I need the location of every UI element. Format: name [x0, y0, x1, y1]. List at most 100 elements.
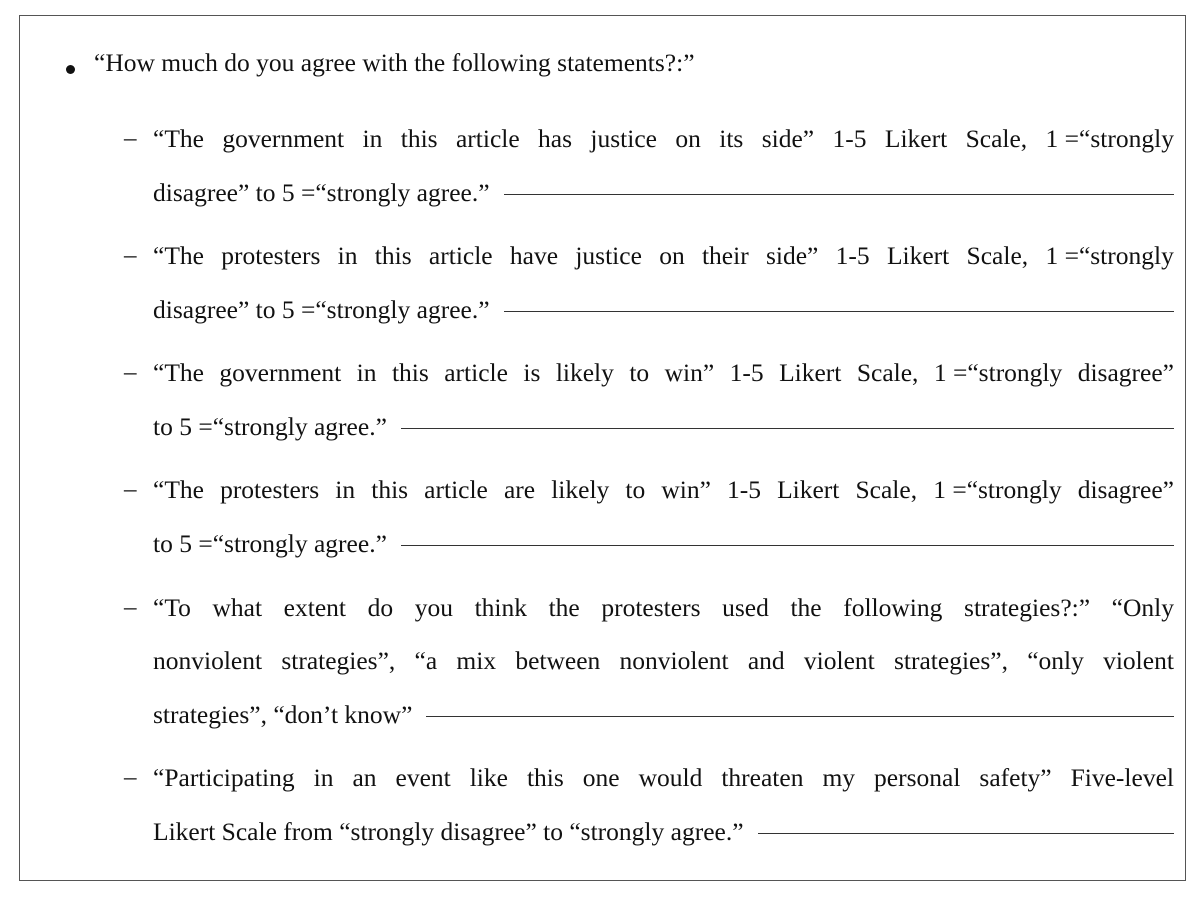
word: Scale,: [965, 124, 1028, 153]
word: my: [822, 763, 856, 792]
word: protesters: [601, 593, 701, 622]
word: “The: [153, 241, 204, 270]
word: this: [374, 241, 412, 270]
dash-icon: –: [124, 594, 137, 621]
answer-line-1[interactable]: [503, 194, 1174, 195]
word: and: [747, 646, 785, 675]
word: strategies?:”: [964, 593, 1091, 622]
word: disagree”: [1077, 475, 1174, 504]
answer-line-3[interactable]: [400, 428, 1174, 429]
item-4-line-2: to 5 =“strongly agree.”: [153, 529, 1174, 559]
item-4-text: to 5 =“strongly agree.”: [153, 529, 387, 558]
bullet-icon: [66, 65, 75, 74]
word: to: [625, 475, 646, 504]
item-5-text: strategies”, “don’t know”: [153, 700, 413, 729]
word: “Participating: [153, 763, 295, 792]
answer-line-2[interactable]: [503, 311, 1174, 312]
word: strategies”,: [893, 646, 1008, 675]
word: strategies”,: [281, 646, 396, 675]
item-1-line-2: disagree” to 5 =“strongly agree.”: [153, 178, 1174, 208]
word: “a: [414, 646, 438, 675]
item-5-line-1: “To what extent do you think the protesters used…: [153, 593, 1174, 623]
word: this: [526, 763, 564, 792]
item-3-line-1: “The government in this article is likely to win…: [153, 358, 1174, 388]
word: mix: [456, 646, 497, 675]
word: in: [362, 124, 383, 153]
word: Scale,: [856, 358, 919, 387]
item-2-line-2: disagree” to 5 =“strongly agree.”: [153, 295, 1174, 325]
answer-line-6[interactable]: [757, 833, 1174, 834]
word: event: [395, 763, 451, 792]
dash-icon: –: [124, 125, 137, 152]
word: are: [503, 475, 536, 504]
word: Likert: [779, 358, 842, 387]
word: its: [719, 124, 744, 153]
word: Scale,: [855, 475, 918, 504]
word: you: [414, 593, 453, 622]
word: likely: [551, 475, 610, 504]
item-3-text: to 5 =“strongly agree.”: [153, 412, 387, 441]
word: article: [428, 241, 493, 270]
word: following: [843, 593, 943, 622]
word: article: [424, 475, 488, 504]
word: nonviolent: [619, 646, 729, 675]
word: Scale,: [966, 241, 1029, 270]
item-1-line-1: “The government in this article has justice on i…: [153, 124, 1174, 154]
word: win”: [661, 475, 711, 504]
word: would: [638, 763, 703, 792]
word: side”: [765, 241, 819, 270]
word: “only: [1027, 646, 1084, 675]
word: in: [356, 358, 377, 387]
item-2-line-1: “The protesters in this article have justice on…: [153, 241, 1174, 271]
item-4-line-1: “The protesters in this article are likely to wi…: [153, 475, 1174, 505]
word: in: [313, 763, 334, 792]
word: article: [444, 358, 508, 387]
word: likely: [555, 358, 614, 387]
word: think: [474, 593, 527, 622]
word: violent: [803, 646, 875, 675]
word: 1-5: [729, 358, 764, 387]
word: 1 =“strongly: [1045, 241, 1174, 270]
word: between: [515, 646, 601, 675]
item-6-line-1: “Participating in an event like this one would t…: [153, 763, 1174, 793]
answer-line-5[interactable]: [426, 716, 1174, 717]
item-6-text: Likert Scale from “strongly disagree” to…: [153, 817, 744, 846]
dash-icon: –: [124, 476, 137, 503]
word: government: [219, 358, 342, 387]
word: 1 =“strongly: [933, 358, 1063, 387]
word: one: [582, 763, 620, 792]
word: 1-5: [726, 475, 761, 504]
word: do: [367, 593, 394, 622]
item-5-line-3: strategies”, “don’t know”: [153, 700, 1174, 730]
word: this: [371, 475, 409, 504]
word: justice: [590, 124, 657, 153]
word: on: [659, 241, 685, 270]
word: “The: [153, 475, 204, 504]
word: the: [548, 593, 580, 622]
word: extent: [283, 593, 346, 622]
word: side”: [761, 124, 815, 153]
word: an: [352, 763, 377, 792]
answer-line-4[interactable]: [400, 545, 1174, 546]
word: has: [538, 124, 573, 153]
word: their: [701, 241, 749, 270]
word: in: [337, 241, 358, 270]
item-6-line-2: Likert Scale from “strongly disagree” to…: [153, 817, 1174, 847]
word: Likert: [886, 241, 950, 270]
word: to: [629, 358, 650, 387]
word: personal: [874, 763, 961, 792]
item-5-line-2: nonviolent strategies”, “a mix between nonvio…: [153, 646, 1174, 676]
word: “To: [153, 593, 191, 622]
item-3-line-2: to 5 =“strongly agree.”: [153, 412, 1174, 442]
dash-icon: –: [124, 359, 137, 386]
word: is: [523, 358, 541, 387]
word: 1-5: [835, 241, 870, 270]
word: disagree”: [1077, 358, 1174, 387]
word: in: [335, 475, 356, 504]
word: safety”: [979, 763, 1052, 792]
word: violent: [1103, 646, 1174, 675]
word: government: [222, 124, 345, 153]
item-1-text: disagree” to 5 =“strongly agree.”: [153, 178, 490, 207]
word: “The: [153, 124, 204, 153]
dash-icon: –: [124, 242, 137, 269]
